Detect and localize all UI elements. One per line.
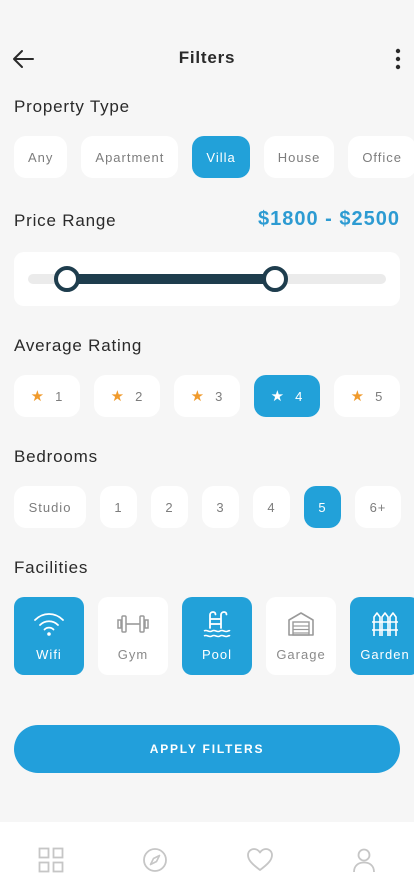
rating-option-4[interactable]: ★ 4 (254, 375, 320, 417)
pool-icon (200, 609, 234, 639)
facility-label: Garden (360, 647, 410, 662)
nav-home[interactable] (37, 846, 65, 874)
page-title: Filters (178, 48, 236, 67)
rating-value: 5 (375, 388, 384, 404)
star-icon: ★ (270, 388, 286, 405)
facility-wifi[interactable]: Wifi (14, 597, 84, 675)
user-icon (353, 848, 375, 873)
dumbbell-icon (116, 609, 150, 639)
bedroom-option-4[interactable]: 4 (253, 486, 290, 528)
apply-filters-button[interactable]: APPLY FILTERS (14, 725, 400, 773)
property-type-apartment[interactable]: Apartment (81, 136, 179, 178)
more-vertical-icon (395, 48, 401, 70)
star-icon: ★ (190, 388, 206, 405)
property-type-title: Property Type (14, 97, 130, 116)
garage-icon (284, 609, 318, 639)
rating-option-1[interactable]: ★ 1 (14, 375, 80, 417)
rating-value: 1 (55, 388, 64, 404)
star-icon: ★ (30, 388, 46, 405)
bedrooms-title: Bedrooms (14, 447, 98, 466)
bedroom-option-1[interactable]: 1 (100, 486, 137, 528)
grid-icon (38, 847, 64, 873)
bedroom-options: Studio 1 2 3 4 5 6+ (14, 486, 414, 528)
rating-value: 2 (135, 388, 144, 404)
facility-label: Pool (201, 647, 233, 662)
facility-pool[interactable]: Pool (182, 597, 252, 675)
star-icon: ★ (110, 388, 126, 405)
star-icon: ★ (350, 388, 366, 405)
bedroom-option-5[interactable]: 5 (304, 486, 341, 528)
property-type-villa[interactable]: Villa (192, 136, 250, 178)
header: Filters (0, 34, 414, 82)
property-type-any[interactable]: Any (14, 136, 68, 178)
property-type-options: Any Apartment Villa House Office (14, 136, 414, 178)
more-button[interactable] (386, 44, 410, 74)
bedroom-option-studio[interactable]: Studio (14, 486, 86, 528)
facility-label: Wifi (36, 647, 62, 662)
facilities-title: Facilities (14, 558, 89, 577)
price-range-slider[interactable] (14, 252, 400, 306)
facility-garage[interactable]: Garage (266, 597, 336, 675)
facility-garden[interactable]: Garden (350, 597, 414, 675)
nav-profile[interactable] (350, 846, 378, 874)
garden-icon (368, 609, 402, 639)
rating-value: 3 (215, 388, 224, 404)
rating-option-2[interactable]: ★ 2 (94, 375, 160, 417)
filters-screen: Filters Property Type Any Apartment Villa H… (0, 0, 414, 896)
wifi-icon (32, 609, 66, 639)
property-type-house[interactable]: House (263, 136, 335, 178)
rating-value: 4 (295, 388, 304, 404)
nav-explore[interactable] (141, 846, 169, 874)
facility-label: Garage (276, 647, 326, 662)
property-type-office[interactable]: Office (348, 136, 414, 178)
bedroom-option-3[interactable]: 3 (202, 486, 239, 528)
rating-option-3[interactable]: ★ 3 (174, 375, 240, 417)
compass-icon (143, 848, 167, 872)
bedroom-option-6-plus[interactable]: 6+ (355, 486, 401, 528)
rating-options: ★ 1 ★ 2 ★ 3 ★ 4 ★ 5 (14, 375, 414, 417)
average-rating-title: Average Rating (14, 336, 143, 355)
rating-option-5[interactable]: ★ 5 (334, 375, 400, 417)
price-range-title: Price Range (14, 211, 117, 230)
nav-favorites[interactable] (246, 846, 274, 874)
slider-range-fill (67, 274, 275, 284)
price-range-value: $1800 - $2500 (257, 208, 400, 230)
slider-max-handle[interactable] (262, 266, 289, 292)
bottom-navigation (0, 822, 414, 896)
facility-label: Gym (117, 647, 149, 662)
facility-gym[interactable]: Gym (98, 597, 168, 675)
bedroom-option-2[interactable]: 2 (151, 486, 188, 528)
slider-min-handle[interactable] (54, 266, 81, 292)
heart-icon (247, 848, 273, 871)
facility-options: Wifi Gym Pool Garage Garden (14, 597, 414, 675)
